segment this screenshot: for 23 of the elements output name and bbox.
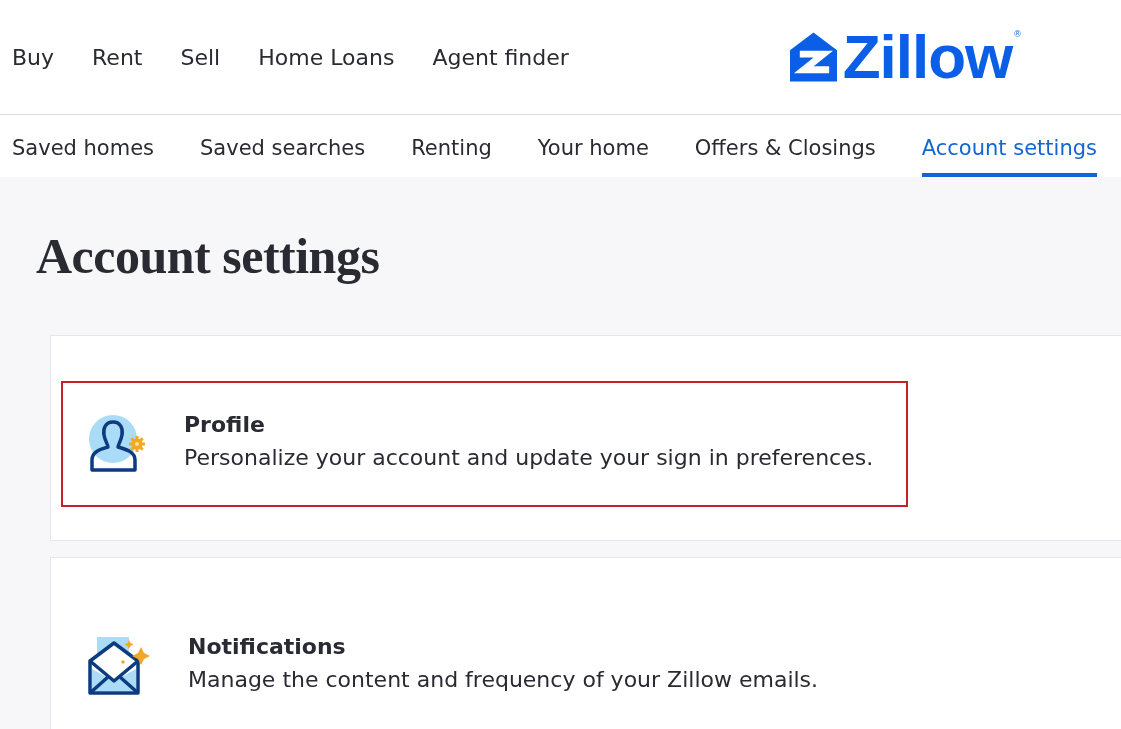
nav-link[interactable]: Sell [180,40,221,74]
settings-card[interactable]: Profile Personalize your account and update your sign in preferences. [50,335,1121,541]
card-title: Notifications [188,632,347,660]
tab[interactable]: Account settings [921,115,1097,177]
nav-link[interactable]: Agent finder [432,40,569,74]
logo-wordmark[interactable]: Zillow [842,26,1013,88]
card-title: Profile [184,410,266,438]
house-logo-icon [789,32,837,82]
settings-card[interactable]: Notifications Manage the content and frequency of your Zillow emails. [50,557,1121,729]
page-title: Account settings [35,227,381,286]
card-description: Manage the content and frequency of your Zillow emails. [188,666,819,694]
tab[interactable]: Saved homes [12,115,155,177]
card-description: Personalize your account and update your sign in preferences. [184,444,874,472]
tab[interactable]: Renting [411,115,492,177]
registered-mark: ® [1014,30,1021,39]
envelope-sparkle-icon [88,637,150,695]
nav-link[interactable]: Rent [92,40,143,74]
tab[interactable]: Offers & Closings [694,115,876,177]
nav-link[interactable]: Buy [12,40,55,74]
tab[interactable]: Saved searches [200,115,366,177]
tab[interactable]: Your home [537,115,649,177]
user-gear-icon [88,415,146,473]
nav-link[interactable]: Home Loans [258,40,395,74]
